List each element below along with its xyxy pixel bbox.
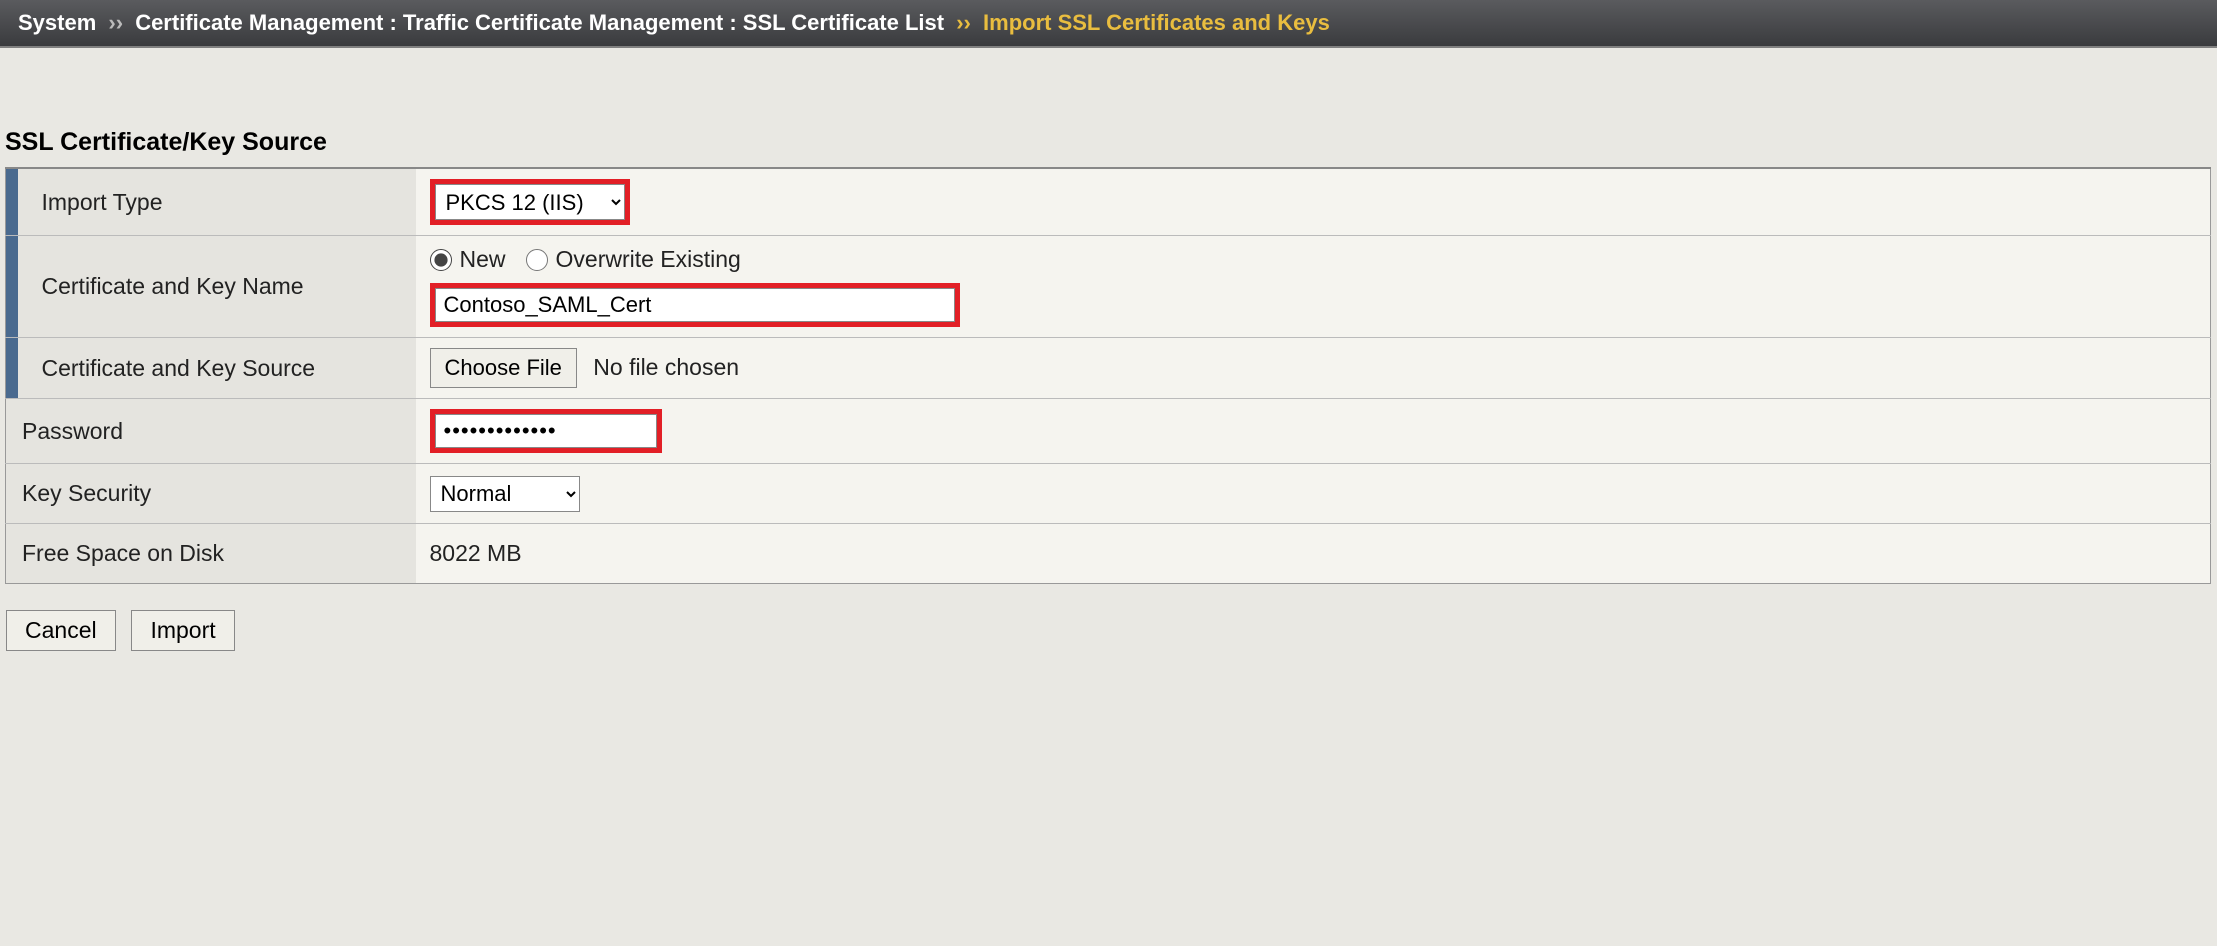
radio-new-label: New — [460, 246, 506, 273]
breadcrumb-separator: ›› — [108, 10, 123, 35]
import-button[interactable]: Import — [131, 610, 234, 651]
cert-key-name-input[interactable] — [435, 288, 955, 322]
breadcrumb-current: Import SSL Certificates and Keys — [983, 10, 1330, 35]
radio-overwrite-label: Overwrite Existing — [556, 246, 741, 273]
cert-key-name-label: Certificate and Key Name — [18, 236, 416, 338]
free-space-label: Free Space on Disk — [6, 524, 416, 584]
highlight-import-type: PKCS 12 (IIS) — [430, 179, 630, 225]
key-security-label: Key Security — [6, 464, 416, 524]
accent-bar — [6, 236, 18, 338]
highlight-cert-name — [430, 283, 960, 327]
radio-new[interactable] — [430, 249, 452, 271]
cert-name-radio-group: New Overwrite Existing — [430, 246, 2196, 273]
file-chosen-status: No file chosen — [593, 354, 739, 380]
action-button-row: Cancel Import — [0, 584, 2217, 661]
import-type-select[interactable]: PKCS 12 (IIS) — [435, 184, 625, 220]
accent-bar — [6, 168, 18, 236]
cert-key-source-label: Certificate and Key Source — [18, 338, 416, 399]
breadcrumb-path[interactable]: Certificate Management : Traffic Certifi… — [135, 10, 944, 35]
radio-overwrite[interactable] — [526, 249, 548, 271]
password-label: Password — [6, 399, 416, 464]
highlight-password — [430, 409, 662, 453]
section-title: SSL Certificate/Key Source — [0, 48, 2217, 167]
cancel-button[interactable]: Cancel — [6, 610, 116, 651]
key-security-select[interactable]: Normal — [430, 476, 580, 512]
breadcrumb: System ›› Certificate Management : Traff… — [0, 0, 2217, 48]
breadcrumb-separator: ›› — [956, 10, 971, 35]
choose-file-button[interactable]: Choose File — [430, 348, 577, 388]
free-space-value: 8022 MB — [416, 524, 2211, 584]
import-type-label: Import Type — [18, 168, 416, 236]
breadcrumb-root[interactable]: System — [18, 10, 96, 35]
password-input[interactable] — [435, 414, 657, 448]
ssl-source-form: Import Type PKCS 12 (IIS) Certificate an… — [5, 167, 2211, 584]
accent-bar — [6, 338, 18, 399]
